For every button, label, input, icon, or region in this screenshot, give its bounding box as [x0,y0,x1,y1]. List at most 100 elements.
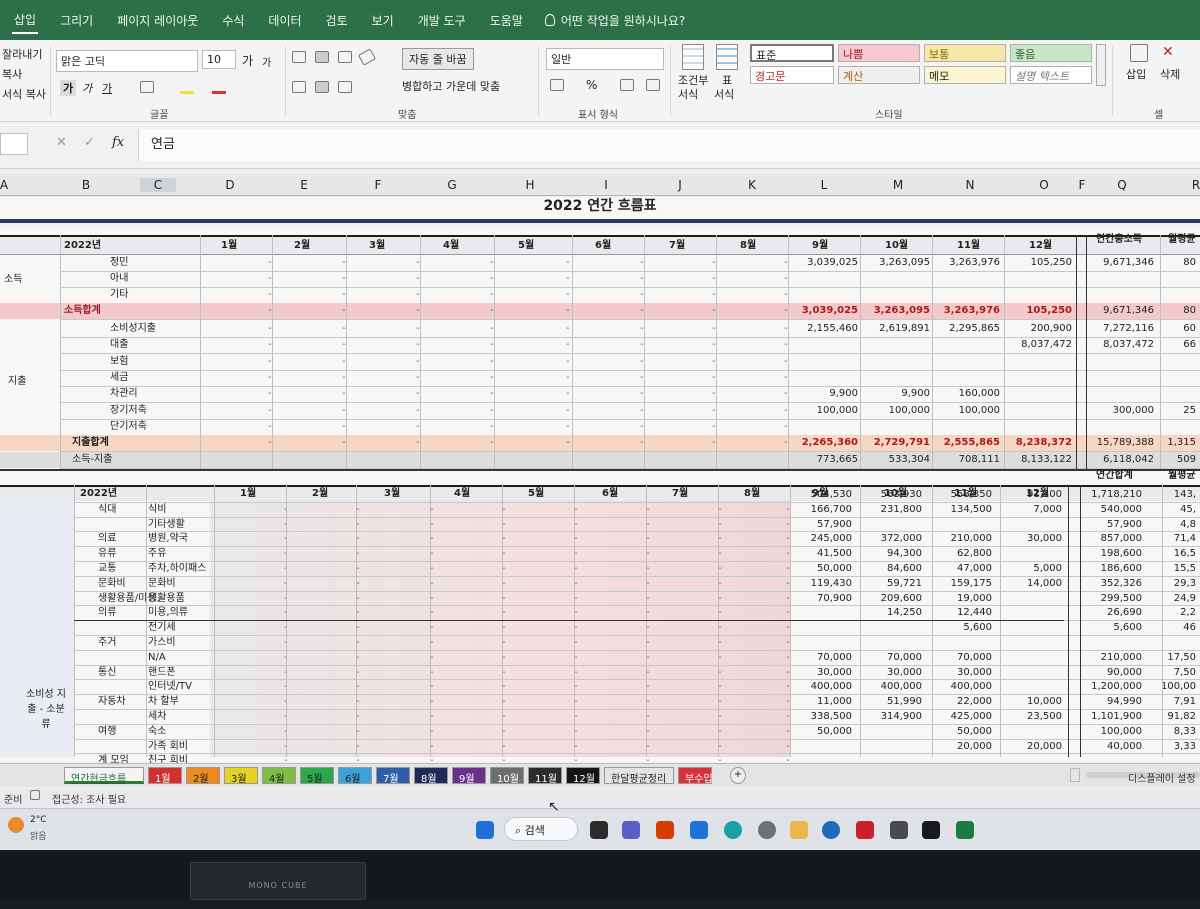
style-note[interactable]: 메모 [924,66,1006,84]
italic-button[interactable]: 가 [82,80,92,96]
menu-tab-7[interactable]: 개발 도구 [416,8,468,33]
enter-icon[interactable]: ✓ [84,135,95,150]
column-header-0[interactable]: A [0,178,8,192]
menu-tab-3[interactable]: 수식 [220,8,246,33]
column-header-1[interactable]: B [82,178,90,192]
browser-icon[interactable] [822,821,840,839]
task-view-icon[interactable] [590,821,608,839]
sheet-tab-1[interactable]: 1월 [148,767,182,785]
name-box[interactable] [0,133,28,155]
column-header-17[interactable]: R [1192,178,1200,192]
currency-icon[interactable] [550,78,564,91]
decimal-decrease-icon[interactable] [646,78,660,91]
excel-taskbar-icon[interactable] [956,821,974,839]
menu-tab-8[interactable]: 도움말 [488,8,525,33]
font-name-select[interactable]: 맑은 고딕 [56,50,198,72]
font-shrink-button[interactable]: 가 [262,54,271,69]
copy-button[interactable]: 복사 [2,66,22,82]
sheet-tab-7[interactable]: 7월 [376,767,410,785]
font-grow-button[interactable]: 가 [242,52,253,69]
cancel-icon[interactable]: ✕ [56,135,67,150]
conditional-format-icon[interactable] [682,44,704,70]
style-explanatory[interactable]: 설명 텍스트 [1010,66,1092,84]
sheet-tab-4[interactable]: 4월 [262,767,296,785]
sheet-tab-14[interactable]: 부수입 [678,767,713,785]
office-icon[interactable] [656,821,674,839]
column-header-11[interactable]: L [821,178,828,192]
column-header-14[interactable]: O [1039,178,1048,192]
style-warning[interactable]: 경고문 [750,66,834,84]
sheet-tab-13[interactable]: 한달평균정리 [604,767,674,785]
font-size-select[interactable]: 10 [202,50,236,69]
snipping-tool-icon[interactable] [890,821,908,839]
hscroll-left[interactable] [1070,768,1080,782]
format-table-icon[interactable] [716,44,738,70]
align-right-icon[interactable] [338,80,352,93]
column-header-5[interactable]: F [375,178,382,192]
column-header-3[interactable]: D [225,178,234,192]
column-header-2[interactable]: C [139,178,177,192]
menu-tab-2[interactable]: 페이지 레이아웃 [115,8,200,33]
align-top-icon[interactable] [292,50,306,63]
underline-button[interactable]: 가 [102,80,112,96]
delete-cells-button[interactable]: 삭제 [1160,66,1180,82]
column-header-9[interactable]: J [678,178,682,192]
menu-tab-6[interactable]: 보기 [370,8,396,33]
style-neutral[interactable]: 보통 [924,44,1006,62]
accessibility-status[interactable]: 접근성: 조사 필요 [52,791,126,806]
sheet-tab-6[interactable]: 6월 [338,767,372,785]
teams-icon[interactable] [622,821,640,839]
sheet-tab-12[interactable]: 12월 [566,767,600,785]
formula-input[interactable]: 연금 [138,129,1200,161]
delete-cells-icon[interactable]: ✕ [1162,44,1174,60]
sheet-tab-9[interactable]: 9월 [452,767,486,785]
percent-button[interactable]: % [586,78,597,92]
windows-start-icon[interactable] [476,821,494,839]
border-icon[interactable] [140,80,154,93]
add-sheet-icon[interactable]: + [730,767,746,784]
column-header-15[interactable]: F [1079,178,1086,192]
orientation-icon[interactable] [357,48,377,66]
weather-icon[interactable] [8,817,24,833]
settings-gear-icon[interactable] [758,821,776,839]
insert-cells-icon[interactable] [1130,44,1148,62]
display-settings-notice[interactable]: 디스플레이 설정 [1128,770,1196,785]
menu-tab-5[interactable]: 검토 [324,8,350,33]
cut-button[interactable]: 잘라내기 [2,46,42,62]
mail-icon[interactable] [690,821,708,839]
style-good[interactable]: 좋음 [1010,44,1092,62]
column-header-4[interactable]: E [300,178,308,192]
style-bad[interactable]: 나쁨 [838,44,920,62]
column-header-6[interactable]: G [447,178,456,192]
sheet-tab-3[interactable]: 3월 [224,767,258,785]
sheet-tab-0[interactable]: 연간현금흐름 [64,767,144,785]
column-header-16[interactable]: Q [1117,178,1126,192]
file-explorer-icon[interactable] [790,821,808,839]
sheet-tab-2[interactable]: 2월 [186,767,220,785]
edge-icon[interactable] [724,821,742,839]
styles-scroll[interactable] [1096,44,1106,86]
align-left-icon[interactable] [292,80,306,93]
menu-tab-4[interactable]: 데이터 [266,8,303,33]
wrap-text-button[interactable]: 자동 줄 바꿈 [402,48,474,70]
column-header-7[interactable]: H [525,178,534,192]
column-header-12[interactable]: M [893,178,903,192]
menu-tab-0[interactable]: 삽입 [12,7,39,34]
sheet-tab-5[interactable]: 5월 [300,767,334,785]
align-middle-icon[interactable] [315,50,329,63]
style-normal[interactable]: 표준 [750,44,834,62]
app2-icon[interactable] [922,821,940,839]
merge-center-button[interactable]: 병합하고 가운데 맞춤 [402,78,500,94]
fill-color-icon[interactable] [180,80,194,94]
align-center-icon[interactable] [315,80,329,93]
align-bottom-icon[interactable] [338,50,352,63]
menu-tab-1[interactable]: 그리기 [58,8,95,33]
sheet-tab-11[interactable]: 11월 [528,767,562,785]
sheet-tab-8[interactable]: 8월 [414,767,448,785]
macro-record-icon[interactable] [30,790,40,801]
tell-me-box[interactable]: 어떤 작업을 원하시나요? [544,12,685,29]
style-calculation[interactable]: 계산 [838,66,920,84]
number-format-select[interactable]: 일반 [546,48,664,70]
bold-button[interactable]: 가 [60,80,77,96]
font-color-icon[interactable] [212,80,226,94]
